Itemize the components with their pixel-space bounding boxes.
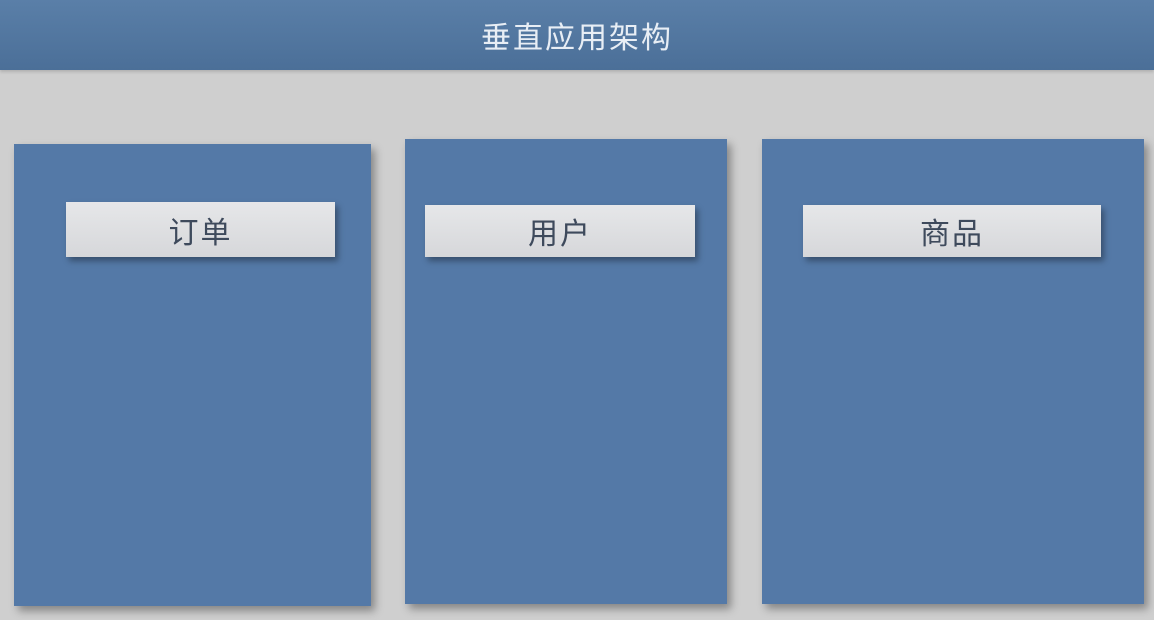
- module-label-product: 商品: [920, 217, 984, 252]
- module-label-order: 订单: [168, 215, 233, 251]
- module-box-user: 用户: [425, 205, 695, 257]
- vertical-app-order: 订单: [14, 144, 371, 606]
- module-box-product: 商品: [803, 205, 1101, 257]
- vertical-app-user: 用户: [405, 139, 727, 604]
- module-label-user: 用户: [528, 217, 592, 252]
- vertical-app-product: 商品: [762, 139, 1144, 604]
- diagram-title: 垂直应用架构: [481, 21, 673, 56]
- header-bar: 垂直应用架构: [0, 0, 1154, 70]
- module-box-order: 订单: [66, 202, 335, 257]
